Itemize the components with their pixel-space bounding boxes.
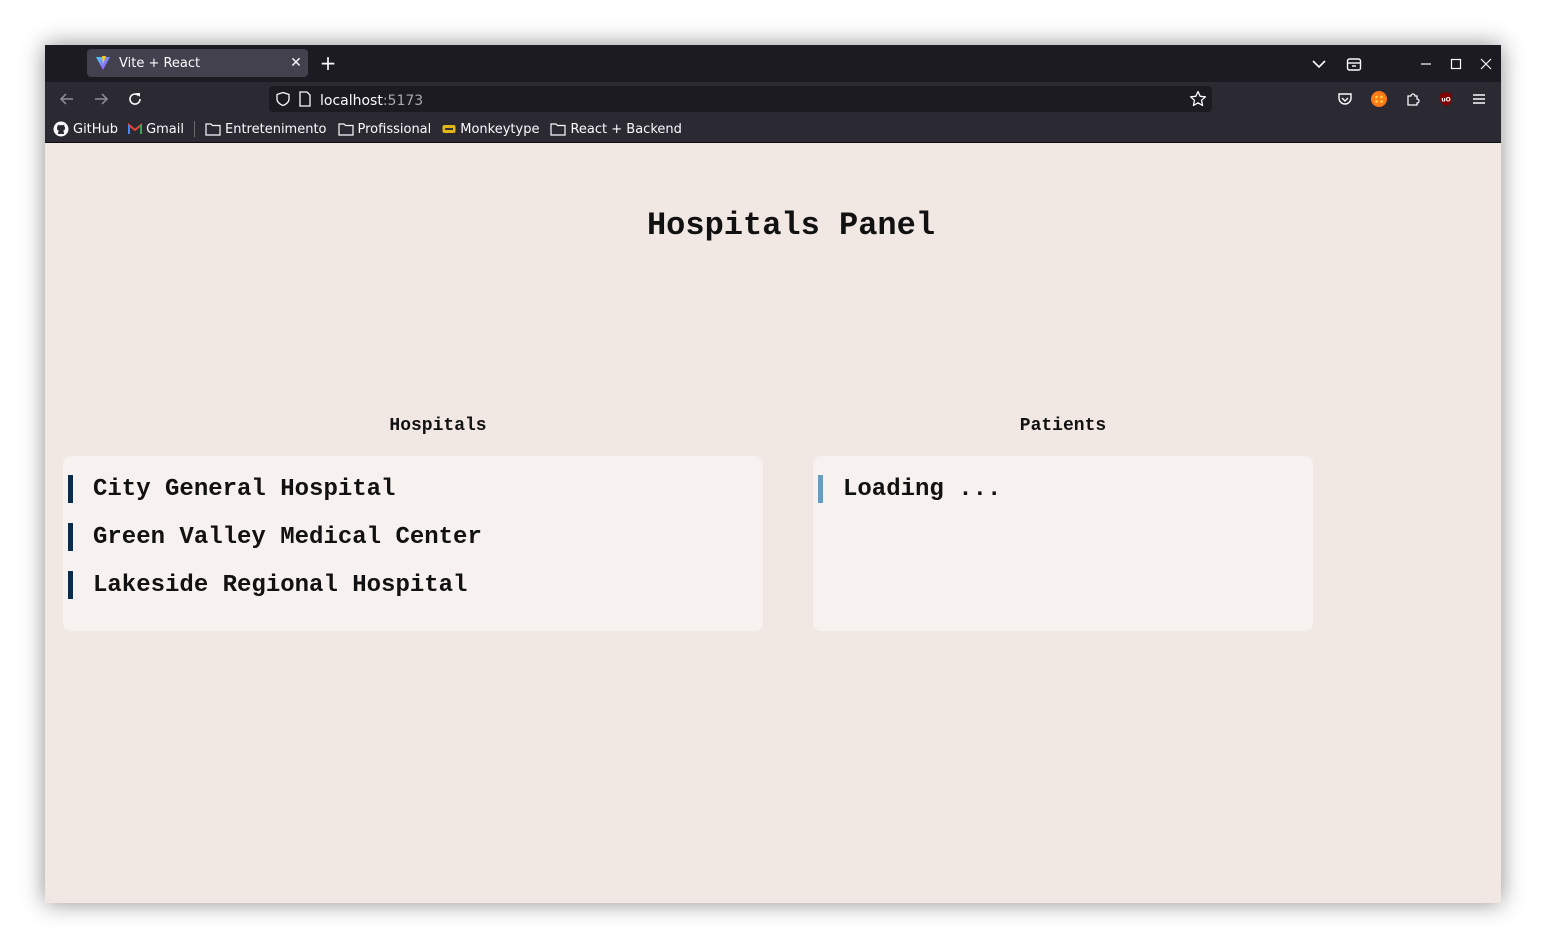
bookmark-label: Monkeytype <box>460 121 540 137</box>
svg-text:uO: uO <box>1441 97 1450 104</box>
tab-bar: Vite + React ✕ + <box>45 45 1501 82</box>
close-window-icon[interactable] <box>1474 45 1498 82</box>
url-port: :5173 <box>382 92 424 109</box>
gmail-icon <box>128 123 143 134</box>
menu-icon[interactable] <box>1465 85 1493 113</box>
bookmark-separator <box>194 121 195 137</box>
list-item-accent-bar <box>68 571 73 599</box>
hospitals-panel: City General Hospital Green Valley Medic… <box>63 456 763 631</box>
vite-icon <box>95 55 111 71</box>
ublock-origin-icon[interactable]: uO <box>1432 85 1460 113</box>
close-tab-icon[interactable]: ✕ <box>284 55 308 71</box>
bookmark-label: Entretenimento <box>225 121 327 137</box>
list-item-accent-bar <box>68 475 73 503</box>
tab-title: Vite + React <box>119 55 201 71</box>
url-text[interactable]: localhost:5173 <box>320 90 423 109</box>
loading-text: Loading ... <box>843 475 1002 503</box>
monkeytype-icon <box>442 125 456 133</box>
url-host: localhost <box>320 92 383 109</box>
hospital-name: Lakeside Regional Hospital <box>93 571 468 599</box>
hospital-list-item[interactable]: City General Hospital <box>68 475 395 503</box>
folder-icon <box>337 123 354 136</box>
patients-heading: Patients <box>1019 416 1107 436</box>
extension-orange-icon[interactable] <box>1365 85 1393 113</box>
shield-icon[interactable] <box>275 91 291 107</box>
bookmark-folder-profissional[interactable]: Profissional <box>337 121 432 137</box>
hospital-name: Green Valley Medical Center <box>93 523 482 551</box>
hospital-name: City General Hospital <box>93 475 396 503</box>
extensions-puzzle-icon[interactable] <box>1399 85 1427 113</box>
patients-loading-item: Loading ... <box>818 475 1001 503</box>
page-title: Hospitals Panel <box>646 207 936 244</box>
tab-active[interactable]: Vite + React ✕ <box>87 49 308 77</box>
pocket-icon[interactable] <box>1331 85 1359 113</box>
bookmark-label: GitHub <box>73 121 119 137</box>
bookmark-monkeytype[interactable]: Monkeytype <box>442 122 539 137</box>
hospitals-heading: Hospitals <box>389 416 487 436</box>
bookmark-folder-react-backend[interactable]: React + Backend <box>550 121 682 137</box>
folder-icon <box>205 123 221 136</box>
firefox-view-icon[interactable] <box>1342 45 1366 82</box>
maximize-icon[interactable] <box>1444 45 1468 82</box>
bookmark-folder-entretenimento[interactable]: Entretenimento <box>205 122 327 137</box>
bookmark-label: React + Backend <box>570 121 682 137</box>
hospital-list-item[interactable]: Lakeside Regional Hospital <box>68 571 467 599</box>
list-item-accent-bar <box>818 475 823 503</box>
github-icon <box>53 121 69 137</box>
minimize-icon[interactable] <box>1414 45 1438 82</box>
folder-icon <box>550 123 567 136</box>
new-tab-icon[interactable]: + <box>317 52 339 74</box>
bookmark-gmail[interactable]: Gmail <box>128 122 184 137</box>
list-item-accent-bar <box>68 523 73 551</box>
url-bar[interactable]: localhost:5173 <box>269 86 1212 112</box>
hospital-list-item[interactable]: Green Valley Medical Center <box>68 523 482 551</box>
bookmark-label: Profissional <box>357 121 432 137</box>
page-icon[interactable] <box>298 91 312 107</box>
reload-icon[interactable] <box>121 85 149 113</box>
navigation-bar: localhost:5173 uO <box>45 82 1501 116</box>
patients-panel: Loading ... <box>813 456 1313 631</box>
browser-window: Vite + React ✕ + localhost:5173 uO GitHu… <box>45 45 1501 903</box>
bookmarks-toolbar: GitHub Gmail Entretenimento Profissional… <box>45 116 1501 143</box>
back-icon[interactable] <box>53 85 81 113</box>
forward-icon[interactable] <box>87 85 115 113</box>
bookmark-github[interactable]: GitHub <box>53 121 118 137</box>
bookmark-label: Gmail <box>146 121 184 137</box>
bookmark-star-icon[interactable] <box>1189 90 1207 108</box>
page-content: Hospitals Panel Hospitals Patients City … <box>45 143 1501 903</box>
list-all-tabs-icon[interactable] <box>1307 45 1331 82</box>
